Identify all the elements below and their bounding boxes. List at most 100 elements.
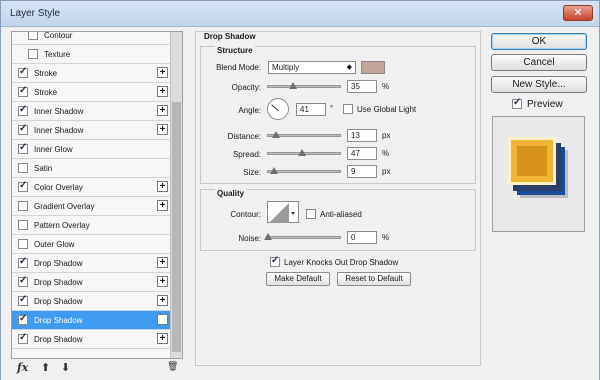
preview-swatch: [508, 137, 556, 185]
drop-shadow-panel: Drop Shadow Structure Blend Mode: Multip…: [195, 31, 481, 366]
size-slider-thumb[interactable]: [270, 167, 278, 174]
scrollbar-thumb[interactable]: [172, 102, 181, 352]
style-checkbox[interactable]: [18, 239, 28, 249]
blend-mode-value: Multiply: [272, 63, 300, 72]
close-button[interactable]: ✕: [563, 5, 593, 21]
style-checkbox[interactable]: [18, 201, 28, 211]
add-style-icon[interactable]: +: [157, 295, 168, 306]
style-checkbox[interactable]: [18, 163, 28, 173]
reset-to-default-button[interactable]: Reset to Default: [337, 272, 411, 286]
style-list-item[interactable]: Contour: [12, 31, 172, 45]
add-style-icon[interactable]: +: [157, 181, 168, 192]
noise-slider[interactable]: [264, 233, 341, 240]
size-slider[interactable]: [267, 167, 341, 174]
structure-title: Structure: [215, 46, 255, 55]
distance-input[interactable]: 13: [347, 129, 377, 142]
style-checkbox[interactable]: [18, 332, 28, 344]
opacity-slider[interactable]: [267, 82, 341, 89]
use-global-light-checkbox[interactable]: [343, 104, 353, 114]
style-checkbox[interactable]: [18, 220, 28, 230]
distance-slider-thumb[interactable]: [272, 131, 280, 138]
size-input[interactable]: 9: [347, 165, 377, 178]
move-up-icon[interactable]: ⬆: [41, 361, 50, 374]
style-checkbox[interactable]: [18, 180, 28, 192]
style-list-item[interactable]: Drop Shadow +: [12, 254, 172, 273]
distance-slider[interactable]: [267, 131, 341, 138]
style-checkbox[interactable]: [18, 123, 28, 135]
style-label: Drop Shadow: [34, 335, 83, 344]
quality-group: Quality Contour: Anti-aliased Noise: 0 %: [200, 189, 476, 251]
style-checkbox[interactable]: [18, 142, 28, 154]
style-label: Drop Shadow: [34, 297, 83, 306]
add-style-icon[interactable]: +: [157, 67, 168, 78]
style-list-item[interactable]: Pattern Overlay: [12, 216, 172, 235]
opacity-slider-thumb[interactable]: [289, 82, 297, 89]
preview-checkbox[interactable]: [512, 97, 522, 109]
add-style-icon[interactable]: +: [157, 86, 168, 97]
style-label: Texture: [44, 50, 71, 59]
styles-list-scrollbar[interactable]: [170, 32, 182, 358]
spread-slider-thumb[interactable]: [298, 149, 306, 156]
shadow-color-swatch[interactable]: [361, 61, 385, 74]
opacity-label: Opacity:: [231, 83, 261, 92]
trash-icon[interactable]: 🗑: [167, 361, 178, 372]
cancel-button[interactable]: Cancel: [491, 54, 587, 71]
add-style-icon[interactable]: +: [157, 333, 168, 344]
angle-dial[interactable]: [267, 98, 289, 120]
style-checkbox[interactable]: [18, 85, 28, 97]
style-label: Inner Shadow: [34, 126, 84, 135]
make-default-button[interactable]: Make Default: [266, 272, 330, 286]
style-preview: [492, 116, 585, 232]
style-checkbox[interactable]: [18, 104, 28, 116]
add-style-icon[interactable]: +: [157, 200, 168, 211]
add-style-icon[interactable]: +: [157, 314, 168, 325]
style-list-item[interactable]: Stroke +: [12, 83, 172, 102]
style-list-item[interactable]: Texture: [12, 45, 172, 64]
style-checkbox[interactable]: [18, 275, 28, 287]
style-list-item[interactable]: Drop Shadow +: [12, 330, 172, 349]
style-label: Color Overlay: [34, 183, 83, 192]
noise-input[interactable]: 0: [347, 231, 377, 244]
opacity-input[interactable]: 35: [347, 80, 377, 93]
noise-label: Noise:: [238, 234, 261, 243]
style-checkbox[interactable]: [18, 256, 28, 268]
style-checkbox[interactable]: [28, 49, 38, 59]
angle-input[interactable]: 41: [296, 103, 326, 116]
style-list-item[interactable]: Color Overlay +: [12, 178, 172, 197]
style-list-item[interactable]: Drop Shadow +: [12, 292, 172, 311]
knocks-out-checkbox[interactable]: [270, 255, 280, 267]
preview-swatch-inner: [517, 146, 547, 176]
blend-mode-select[interactable]: Multiply ◆: [268, 61, 356, 74]
move-down-icon[interactable]: ⬇: [61, 361, 70, 374]
style-list-item[interactable]: Inner Shadow +: [12, 102, 172, 121]
style-list-item[interactable]: Drop Shadow +: [12, 311, 172, 330]
style-list-item[interactable]: Gradient Overlay +: [12, 197, 172, 216]
add-style-icon[interactable]: +: [157, 124, 168, 135]
style-list-item[interactable]: Inner Shadow +: [12, 121, 172, 140]
add-style-icon[interactable]: +: [157, 276, 168, 287]
style-list-item[interactable]: Outer Glow: [12, 235, 172, 254]
add-style-icon[interactable]: +: [157, 257, 168, 268]
style-list-item[interactable]: Inner Glow: [12, 140, 172, 159]
spread-input[interactable]: 47: [347, 147, 377, 160]
contour-curve-icon: [269, 203, 295, 223]
title-bar[interactable]: Layer Style ✕: [1, 1, 599, 27]
fx-icon[interactable]: fx: [17, 361, 28, 374]
style-checkbox[interactable]: [18, 294, 28, 306]
new-style-button[interactable]: New Style...: [491, 76, 587, 93]
add-style-icon[interactable]: +: [157, 105, 168, 116]
style-list-item[interactable]: Stroke +: [12, 64, 172, 83]
style-list-item[interactable]: Drop Shadow +: [12, 273, 172, 292]
style-label: Contour: [44, 31, 73, 40]
ok-button[interactable]: OK: [491, 33, 587, 50]
noise-unit: %: [382, 233, 390, 242]
style-checkbox[interactable]: [28, 32, 38, 40]
contour-picker[interactable]: [267, 201, 299, 223]
anti-aliased-checkbox[interactable]: [306, 209, 316, 219]
style-checkbox[interactable]: [18, 313, 28, 325]
spread-slider[interactable]: [267, 149, 341, 156]
style-checkbox[interactable]: [18, 66, 28, 78]
noise-slider-thumb[interactable]: [264, 233, 272, 240]
style-list-item[interactable]: Satin: [12, 159, 172, 178]
distance-label: Distance:: [227, 132, 261, 141]
